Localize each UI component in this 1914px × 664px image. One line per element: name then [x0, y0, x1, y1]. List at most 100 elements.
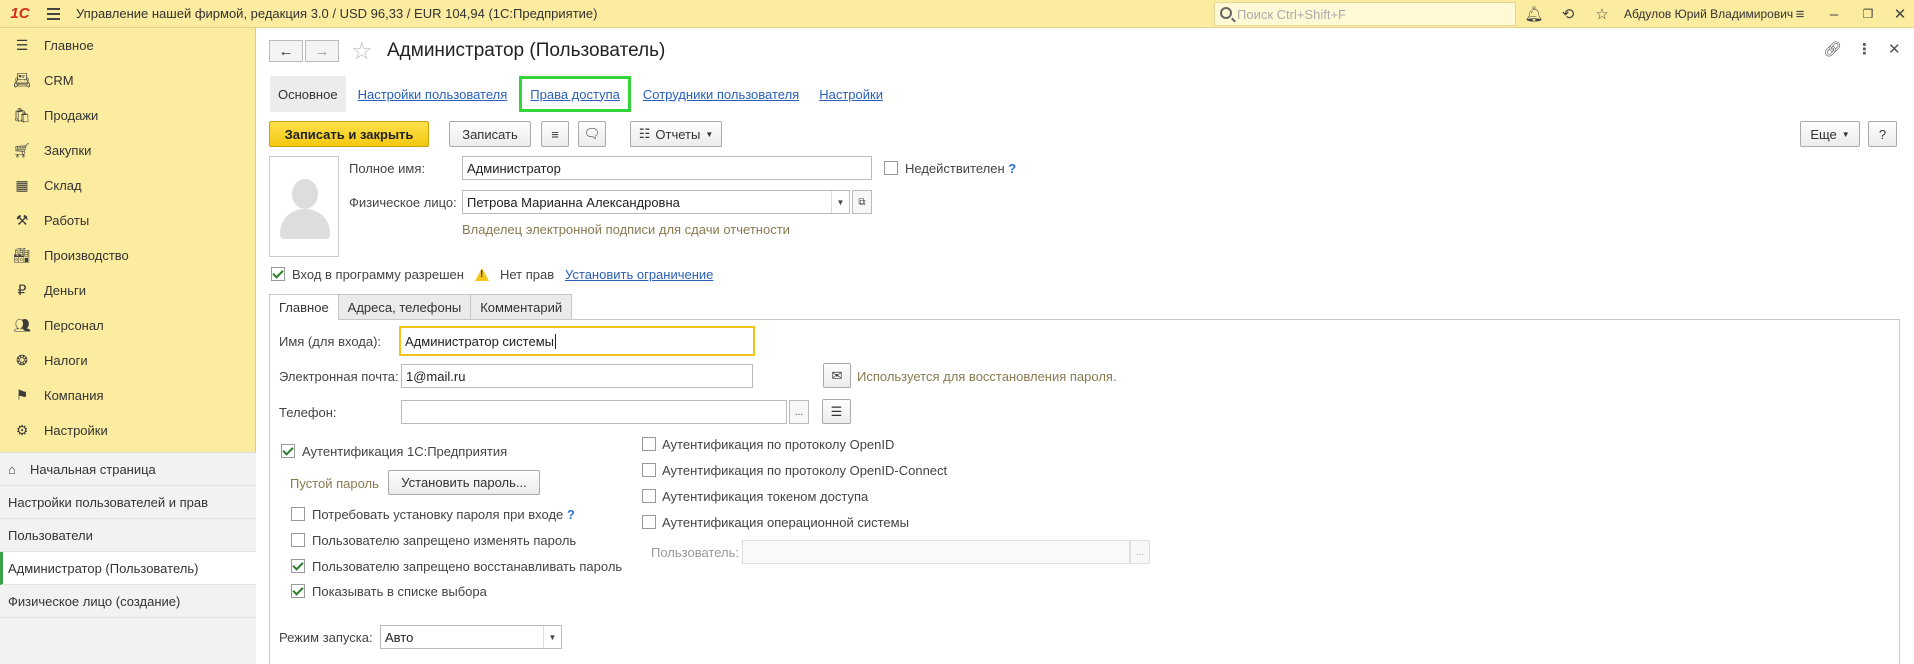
document-list-button[interactable]: ≡: [541, 121, 569, 147]
sidebar-item-personnel[interactable]: 👥︎ Персонал: [0, 308, 255, 343]
open-window-user-settings[interactable]: Настройки пользователей и прав: [0, 486, 256, 519]
inner-tab-comment[interactable]: Комментарий: [470, 294, 573, 319]
open-window-administrator[interactable]: Администратор (Пользователь): [0, 552, 256, 585]
tab-main[interactable]: Основное: [270, 76, 346, 112]
sidebar-item-crm[interactable]: 📇︎ CRM: [0, 63, 255, 98]
forbid-change-password-checkbox[interactable]: [291, 533, 305, 547]
settings-lines-icon[interactable]: ≡: [1790, 4, 1810, 24]
tab-user-settings[interactable]: Настройки пользователя: [350, 76, 516, 112]
os-user-field[interactable]: [742, 540, 1130, 564]
comment-button[interactable]: 🗨︎: [578, 121, 606, 147]
gear-icon: ⚙: [15, 422, 29, 438]
sidebar-item-taxes[interactable]: ❂ Налоги: [0, 343, 255, 378]
require-password-help-icon[interactable]: ?: [567, 507, 575, 522]
require-password-text: Потребовать установку пароля при входе: [312, 507, 564, 522]
person-value: Петрова Марианна Александровна: [467, 194, 680, 210]
close-icon[interactable]: ✕: [1890, 4, 1910, 24]
search-input[interactable]: Поиск Ctrl+Shift+F: [1214, 2, 1516, 26]
open-window-person-create[interactable]: Физическое лицо (создание): [0, 585, 256, 618]
help-button[interactable]: ?: [1868, 121, 1897, 147]
openid-connect-checkbox[interactable]: [642, 463, 656, 477]
launch-mode-select[interactable]: Авто ▼: [380, 625, 562, 649]
require-password-checkbox[interactable]: [291, 507, 305, 521]
signature-hint: Владелец электронной подписи для сдачи о…: [462, 222, 790, 237]
avatar-body: [280, 209, 330, 239]
tab-access-rights[interactable]: Права доступа: [519, 76, 631, 112]
sidebar-item-company[interactable]: ⚑ Компания: [0, 378, 255, 413]
main-menu-icon[interactable]: [40, 0, 66, 28]
favorites-star-icon[interactable]: ☆: [1592, 4, 1612, 24]
save-and-close-button[interactable]: Записать и закрыть: [269, 121, 429, 147]
page-title: Администратор (Пользователь): [387, 40, 666, 61]
invalid-checkbox[interactable]: [884, 161, 898, 175]
invalid-help-icon[interactable]: ?: [1008, 161, 1016, 176]
user-name[interactable]: Абдулов Юрий Владимирович: [1624, 7, 1793, 21]
show-in-list-checkbox[interactable]: [291, 584, 305, 598]
user-photo-placeholder[interactable]: [269, 156, 339, 257]
open-window-home[interactable]: ⌂ Начальная страница: [0, 453, 256, 486]
1c-logo: 1С: [10, 5, 30, 22]
token-auth-label: Аутентификация токеном доступа: [662, 489, 869, 504]
forward-button[interactable]: →: [305, 40, 339, 62]
person-field[interactable]: Петрова Марианна Александровна ▼: [462, 190, 850, 214]
full-name-field[interactable]: Администратор: [462, 156, 872, 180]
phone-format-button[interactable]: ☰: [822, 399, 851, 424]
dropdown-arrow-icon[interactable]: ▼: [831, 191, 849, 213]
phone-field[interactable]: [401, 400, 787, 424]
login-allowed-checkbox[interactable]: [271, 267, 285, 281]
email-hint: Используется для восстановления пароля.: [857, 369, 1117, 384]
phone-select-button[interactable]: ...: [789, 400, 809, 424]
full-name-label: Полное имя:: [349, 161, 425, 176]
bell-icon[interactable]: 🔔︎: [1524, 4, 1544, 24]
open-window-label: Администратор (Пользователь): [8, 560, 199, 576]
tab-settings[interactable]: Настройки: [811, 76, 891, 112]
auth-1c-checkbox[interactable]: [281, 444, 295, 458]
login-name-field[interactable]: Администратор системы: [399, 326, 755, 356]
inner-tabs: Главное Адреса, телефоны Комментарий: [269, 294, 573, 320]
tab-user-employees[interactable]: Сотрудники пользователя: [635, 76, 807, 112]
sidebar-item-label: Работы: [44, 213, 90, 228]
sidebar-item-warehouse[interactable]: ▦ Склад: [0, 168, 255, 203]
openid-checkbox[interactable]: [642, 437, 656, 451]
forbid-restore-password-checkbox[interactable]: [291, 559, 305, 573]
minimize-icon[interactable]: –: [1824, 4, 1844, 24]
sidebar-item-main[interactable]: ☰ Главное: [0, 28, 255, 63]
more-vertical-icon[interactable]: ⋮: [1857, 40, 1872, 58]
sidebar-item-money[interactable]: ₽ Деньги: [0, 273, 255, 308]
back-button[interactable]: ←: [269, 40, 303, 62]
sidebar-item-purchases[interactable]: 🛒︎ Закупки: [0, 133, 255, 168]
os-auth-checkbox[interactable]: [642, 515, 656, 529]
sidebar-item-production[interactable]: 🏭︎ Производство: [0, 238, 255, 273]
set-restriction-link[interactable]: Установить ограничение: [565, 267, 713, 282]
envelope-icon: ✉: [831, 367, 843, 383]
email-field[interactable]: 1@mail.ru: [401, 364, 753, 388]
token-auth-checkbox[interactable]: [642, 489, 656, 503]
sidebar-item-settings[interactable]: ⚙ Настройки: [0, 413, 255, 448]
open-person-button[interactable]: ⧉: [852, 190, 872, 214]
auth-1c-label: Аутентификация 1С:Предприятия: [302, 444, 508, 459]
link-icon[interactable]: 🔗︎: [1823, 40, 1842, 58]
warning-icon: [475, 268, 489, 281]
history-icon[interactable]: ⟲: [1558, 4, 1578, 24]
send-email-button[interactable]: ✉: [823, 363, 851, 388]
invalid-label: Недействителен ?: [905, 161, 1016, 176]
open-window-users[interactable]: Пользователи: [0, 519, 256, 552]
factory-icon: 🏭︎: [13, 247, 31, 263]
dropdown-arrow-icon[interactable]: ▼: [543, 626, 561, 648]
save-button[interactable]: Записать: [449, 121, 531, 147]
sidebar-item-sales[interactable]: 🛍︎ Продажи: [0, 98, 255, 133]
no-rights-label: Нет прав: [500, 267, 555, 282]
sidebar-item-label: Персонал: [44, 318, 104, 333]
sidebar-item-label: Деньги: [44, 283, 86, 298]
open-windows-list: ⌂ Начальная страница Настройки пользовате…: [0, 452, 256, 664]
os-user-select-button[interactable]: ...: [1130, 540, 1150, 564]
inner-tab-addresses[interactable]: Адреса, телефоны: [337, 294, 472, 319]
reports-button[interactable]: ☷ Отчеты ▼: [630, 121, 722, 147]
restore-icon[interactable]: ❐: [1858, 4, 1878, 24]
more-button[interactable]: Еще ▼: [1800, 121, 1860, 147]
favorite-star-icon[interactable]: ☆: [351, 37, 373, 66]
sidebar-item-works[interactable]: ⚒ Работы: [0, 203, 255, 238]
set-password-button[interactable]: Установить пароль...: [388, 470, 540, 495]
form-close-icon[interactable]: ✕: [1888, 40, 1901, 58]
inner-tab-main[interactable]: Главное: [269, 294, 339, 320]
